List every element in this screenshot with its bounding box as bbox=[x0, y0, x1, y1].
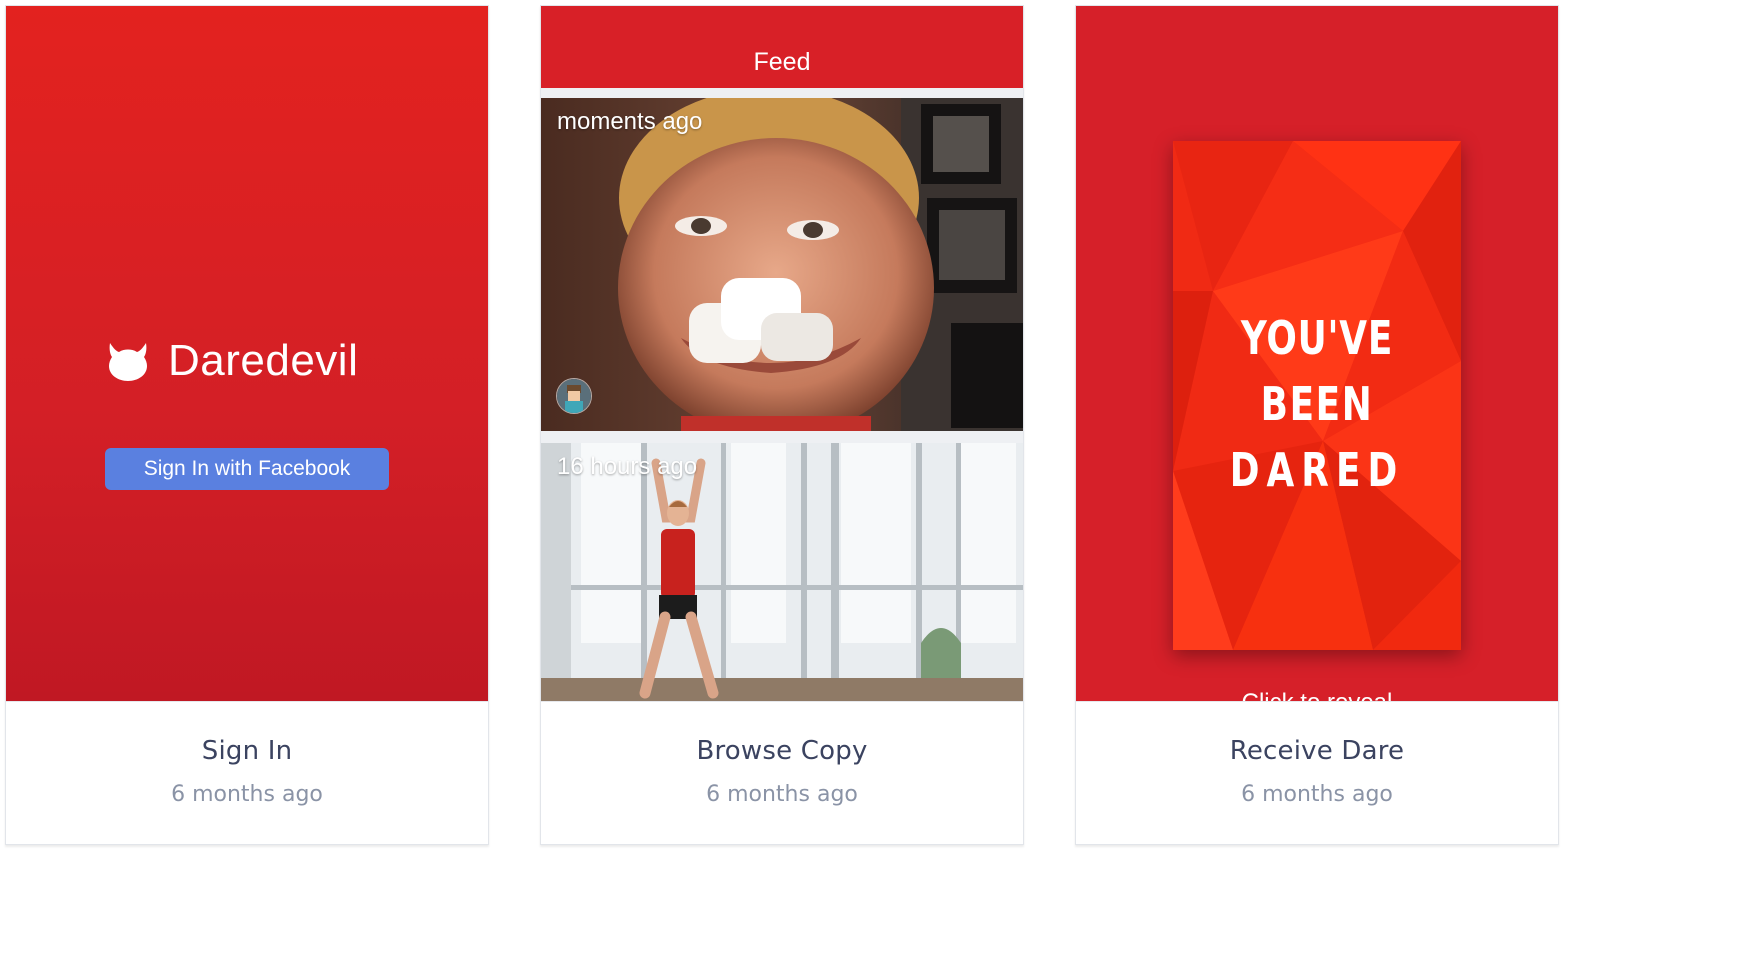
feed-item[interactable]: moments ago bbox=[541, 98, 1023, 431]
screen-thumbnail[interactable]: YOU'VE BEEN DARED Click to reveal bbox=[1076, 6, 1558, 701]
dare-line-2: BEEN bbox=[1260, 377, 1374, 431]
screen-card-browse-copy[interactable]: Feed moments ago 16 hours ago Browse Cop… bbox=[540, 5, 1024, 845]
dare-line-1: YOU'VE bbox=[1240, 311, 1394, 365]
dare-poster[interactable]: YOU'VE BEEN DARED bbox=[1173, 141, 1461, 650]
screen-thumbnail[interactable]: Feed moments ago 16 hours ago bbox=[541, 6, 1023, 701]
screen-card-receive-dare[interactable]: YOU'VE BEEN DARED Click to reveal Receiv… bbox=[1075, 5, 1559, 845]
dare-line-3: DARED bbox=[1229, 443, 1405, 497]
card-title[interactable]: Receive Dare bbox=[1076, 736, 1558, 766]
brand-logo: Daredevil bbox=[106, 336, 358, 386]
screen-thumbnail[interactable]: Daredevil Sign In with Facebook bbox=[6, 6, 488, 701]
card-title[interactable]: Sign In bbox=[6, 736, 488, 766]
feed-header: Feed bbox=[541, 6, 1023, 88]
feed-title: Feed bbox=[753, 48, 811, 76]
feed-item-time: 16 hours ago bbox=[557, 453, 698, 480]
card-title[interactable]: Browse Copy bbox=[541, 736, 1023, 766]
app-name: Daredevil bbox=[168, 336, 359, 385]
sign-in-with-facebook-button[interactable]: Sign In with Facebook bbox=[105, 448, 389, 490]
user-avatar-icon[interactable] bbox=[556, 378, 592, 414]
card-timestamp: 6 months ago bbox=[706, 782, 858, 807]
card-timestamp: 6 months ago bbox=[1241, 782, 1393, 807]
photo-kid-marshmallows bbox=[541, 98, 1023, 431]
card-footer: Receive Dare 6 months ago bbox=[1076, 701, 1558, 844]
feed-item[interactable]: 16 hours ago bbox=[541, 443, 1023, 701]
screen-card-sign-in[interactable]: Daredevil Sign In with Facebook Sign In … bbox=[5, 5, 489, 845]
card-timestamp: 6 months ago bbox=[171, 782, 323, 807]
card-footer: Sign In 6 months ago bbox=[6, 701, 488, 844]
feed-item-time: moments ago bbox=[557, 108, 703, 135]
click-to-reveal-text[interactable]: Click to reveal bbox=[1076, 689, 1558, 701]
devil-head-icon bbox=[109, 343, 147, 381]
photo-woman-jumping-jacks bbox=[541, 443, 1023, 701]
card-footer: Browse Copy 6 months ago bbox=[541, 701, 1023, 844]
